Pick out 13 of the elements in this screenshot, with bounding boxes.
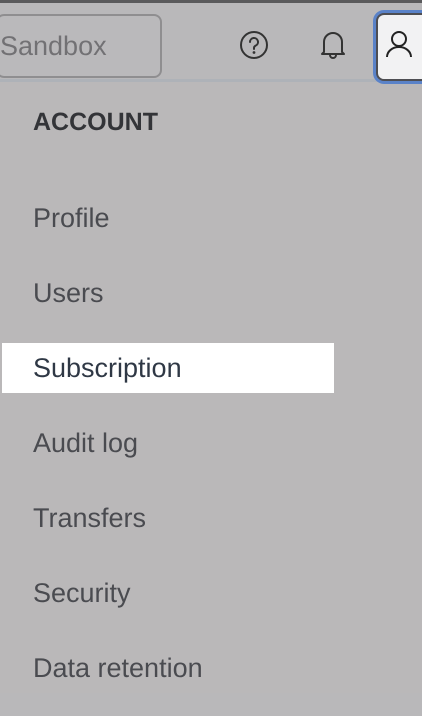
menu-item[interactable]: Security — [2, 568, 334, 618]
account-button[interactable] — [376, 13, 422, 81]
notification-bell-icon[interactable] — [319, 29, 347, 61]
menu-heading: ACCOUNT — [32, 108, 159, 138]
menu-item[interactable]: Users — [2, 268, 334, 318]
menu-item[interactable]: Subscription — [2, 343, 334, 393]
help-icon[interactable] — [239, 30, 269, 60]
menu-item[interactable]: Audit log — [2, 418, 334, 468]
menu-item[interactable]: Profile — [2, 193, 334, 243]
menu-item[interactable]: Transfers — [2, 493, 334, 543]
user-icon — [384, 29, 414, 59]
environment-button[interactable]: Sandbox — [0, 14, 162, 78]
menu-item[interactable]: Data retention — [2, 643, 334, 693]
